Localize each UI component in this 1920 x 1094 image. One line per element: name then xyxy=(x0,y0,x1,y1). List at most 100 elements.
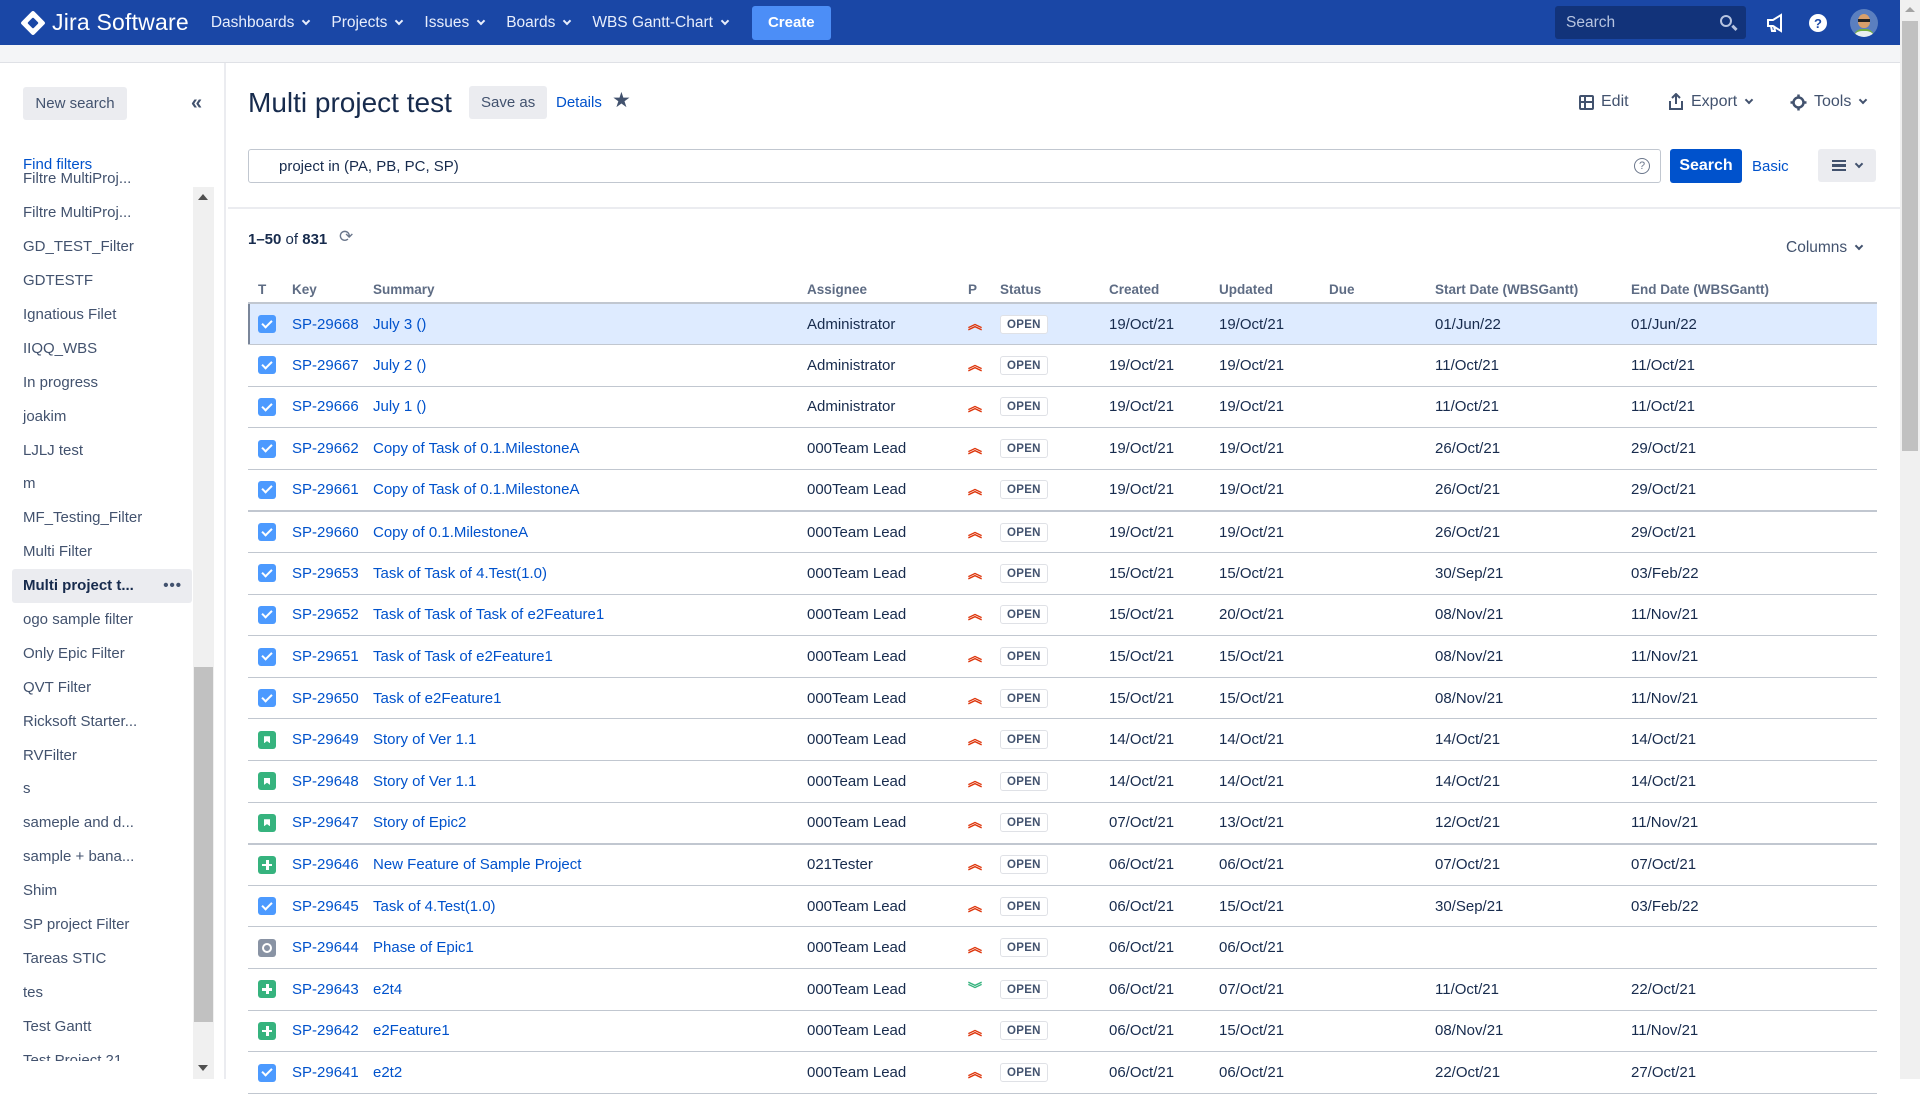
issue-summary-link[interactable]: July 3 () xyxy=(373,316,426,333)
column-header-assignee[interactable]: Assignee xyxy=(807,276,968,304)
filter-item[interactable]: Test Gantt xyxy=(12,1009,192,1043)
issue-summary-link[interactable]: Copy of 0.1.MilestoneA xyxy=(373,524,528,541)
filter-item[interactable]: LJLJ test xyxy=(12,433,192,467)
table-row[interactable]: SP-29651 Task of Task of e2Feature1 000Tea… xyxy=(248,635,1877,678)
issue-summary-link[interactable]: Task of Task of Task of e2Feature1 xyxy=(373,606,604,623)
issue-key-link[interactable]: SP-29645 xyxy=(292,898,359,915)
filter-item[interactable]: IIQQ_WBS xyxy=(12,331,192,365)
table-row[interactable]: SP-29644 Phase of Epic1 000Team Lead ︽ OPEN 0… xyxy=(248,926,1877,969)
scroll-up-arrow-icon[interactable] xyxy=(198,194,208,200)
column-header-due[interactable]: Due xyxy=(1329,276,1435,304)
filter-list-scrollbar[interactable] xyxy=(193,187,214,1079)
filter-item[interactable]: m xyxy=(12,467,192,501)
column-header-updated[interactable]: Updated xyxy=(1219,276,1329,304)
issue-key-link[interactable]: SP-29653 xyxy=(292,565,359,582)
issue-summary-link[interactable]: Copy of Task of 0.1.MilestoneA xyxy=(373,440,580,457)
issue-summary-link[interactable]: Task of Task of 4.Test(1.0) xyxy=(373,565,547,582)
nav-issues[interactable]: Issues xyxy=(424,14,486,32)
issue-key-link[interactable]: SP-29648 xyxy=(292,773,359,790)
help-icon[interactable]: ? xyxy=(1806,11,1830,35)
issue-key-link[interactable]: SP-29641 xyxy=(292,1064,359,1081)
issue-summary-link[interactable]: Copy of Task of 0.1.MilestoneA xyxy=(373,481,580,498)
collapse-sidebar-icon[interactable]: « xyxy=(191,93,202,113)
jql-query-input[interactable]: project in (PA, PB, PC, SP) ? xyxy=(248,149,1661,183)
filter-item-active[interactable]: Multi project t... ••• xyxy=(12,568,192,603)
basic-mode-link[interactable]: Basic xyxy=(1752,158,1789,175)
filter-item[interactable]: Test Project 21 ... xyxy=(12,1043,192,1061)
filter-list-scrollbar-thumb[interactable] xyxy=(194,667,213,1022)
global-search-input[interactable]: Search xyxy=(1555,6,1746,39)
table-row[interactable]: SP-29652 Task of Task of Task of e2Featur… xyxy=(248,594,1877,637)
issue-key-link[interactable]: SP-29650 xyxy=(292,690,359,707)
column-header-priority[interactable]: P xyxy=(968,276,1000,304)
filter-item[interactable]: GDTESTF xyxy=(12,264,192,298)
star-icon[interactable]: ★ xyxy=(612,88,631,113)
issue-key-link[interactable]: SP-29649 xyxy=(292,731,359,748)
filter-item[interactable]: Tareas STIC xyxy=(12,941,192,975)
issue-key-link[interactable]: SP-29647 xyxy=(292,814,359,831)
filter-item[interactable]: sameple and d... xyxy=(12,806,192,840)
filter-item[interactable]: Filtre MultiProj... xyxy=(12,196,192,230)
filter-item[interactable]: joakim xyxy=(12,399,192,433)
table-row[interactable]: SP-29653 Task of Task of 4.Test(1.0) 000Te… xyxy=(248,552,1877,595)
table-row[interactable]: SP-29642 e2Feature1 000Team Lead ︽ OPEN 06/Oc… xyxy=(248,1010,1877,1053)
issue-key-link[interactable]: SP-29660 xyxy=(292,524,359,541)
filter-item[interactable]: Shim xyxy=(12,874,192,908)
table-row[interactable]: SP-29647 Story of Epic2 000Team Lead ︽ OPEN 0… xyxy=(248,802,1877,845)
refresh-icon[interactable]: ⟳ xyxy=(339,227,353,247)
table-row[interactable]: SP-29641 e2t2 000Team Lead ︽ OPEN 06/Oct/21 06… xyxy=(248,1051,1877,1094)
issue-key-link[interactable]: SP-29651 xyxy=(292,648,359,665)
jira-logo[interactable]: Jira Software xyxy=(20,9,189,36)
table-row[interactable]: SP-29648 Story of Ver 1.1 000Team Lead ︽ OPE… xyxy=(248,760,1877,803)
issue-key-link[interactable]: SP-29644 xyxy=(292,939,359,956)
table-row[interactable]: SP-29643 e2t4 000Team Lead ︾ OPEN 06/Oct/21 07… xyxy=(248,968,1877,1011)
issue-key-link[interactable]: SP-29661 xyxy=(292,481,359,498)
issue-summary-link[interactable]: e2t4 xyxy=(373,981,402,998)
table-row[interactable]: SP-29660 Copy of 0.1.MilestoneA 000Team Le… xyxy=(248,510,1877,554)
column-header-end-date[interactable]: End Date (WBSGantt) xyxy=(1631,276,1877,304)
filter-item[interactable]: tes xyxy=(12,975,192,1009)
filter-item[interactable]: MF_Testing_Filter xyxy=(12,501,192,535)
table-row[interactable]: SP-29650 Task of e2Feature1 000Team Lead ︽ O… xyxy=(248,677,1877,720)
issue-summary-link[interactable]: Phase of Epic1 xyxy=(373,939,474,956)
scroll-up-arrow-icon[interactable] xyxy=(1905,7,1915,12)
issue-key-link[interactable]: SP-29668 xyxy=(292,316,359,333)
filter-item[interactable]: Multi Filter xyxy=(12,535,192,569)
filter-item[interactable]: Only Epic Filter xyxy=(12,636,192,670)
filter-item[interactable]: GD_TEST_Filter xyxy=(12,230,192,264)
page-scrollbar-thumb[interactable] xyxy=(1902,21,1918,451)
column-header-type[interactable]: T xyxy=(248,276,292,304)
issue-key-link[interactable]: SP-29652 xyxy=(292,606,359,623)
filter-item[interactable]: QVT Filter xyxy=(12,670,192,704)
table-row[interactable]: SP-29646 New Feature of Sample Project 021… xyxy=(248,843,1877,886)
syntax-help-icon[interactable]: ? xyxy=(1634,158,1650,174)
table-row[interactable]: SP-29667 July 2 () Administrator ︽ OPEN 19/Oc… xyxy=(248,344,1877,387)
filter-item[interactable]: Ignatious Filet xyxy=(12,298,192,332)
issue-summary-link[interactable]: Story of Ver 1.1 xyxy=(373,731,476,748)
table-row[interactable]: SP-29662 Copy of Task of 0.1.MilestoneA 00… xyxy=(248,427,1877,470)
filter-item[interactable]: In progress xyxy=(12,365,192,399)
save-as-button[interactable]: Save as xyxy=(469,86,548,119)
issue-key-link[interactable]: SP-29667 xyxy=(292,357,359,374)
filter-item[interactable]: s xyxy=(12,772,192,806)
issue-key-link[interactable]: SP-29642 xyxy=(292,1022,359,1039)
table-row[interactable]: SP-29668 July 3 () Administrator ︽ OPEN 19/Oc… xyxy=(248,303,1877,346)
nav-boards[interactable]: Boards xyxy=(506,14,572,32)
create-button[interactable]: Create xyxy=(751,5,831,40)
table-row[interactable]: SP-29649 Story of Ver 1.1 000Team Lead ︽ OPE… xyxy=(248,718,1877,762)
filter-item[interactable]: ogo sample filter xyxy=(12,603,192,637)
filter-item[interactable]: Ricksoft Starter... xyxy=(12,704,192,738)
filter-item[interactable]: Filtre MultiProj... xyxy=(12,162,192,196)
column-header-key[interactable]: Key xyxy=(292,276,373,304)
user-avatar[interactable] xyxy=(1850,9,1878,37)
table-row[interactable]: SP-29645 Task of 4.Test(1.0) 000Team Lead ︽… xyxy=(248,885,1877,928)
issue-summary-link[interactable]: New Feature of Sample Project xyxy=(373,856,581,873)
filter-item[interactable]: RVFilter xyxy=(12,738,192,772)
search-button[interactable]: Search xyxy=(1670,149,1742,183)
issue-key-link[interactable]: SP-29646 xyxy=(292,856,359,873)
nav-dashboards[interactable]: Dashboards xyxy=(211,14,311,32)
issue-key-link[interactable]: SP-29643 xyxy=(292,981,359,998)
nav-wbs-gantt-chart[interactable]: WBS Gantt-Chart xyxy=(592,14,730,32)
column-header-summary[interactable]: Summary xyxy=(373,276,807,304)
layout-switcher-button[interactable] xyxy=(1818,149,1876,182)
